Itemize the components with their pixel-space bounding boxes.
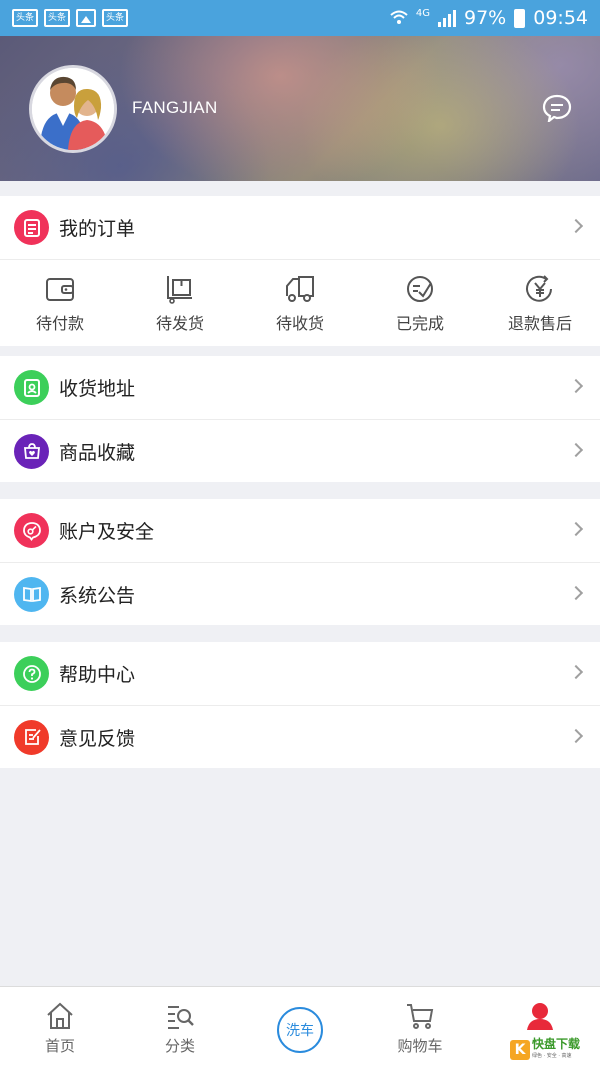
toutiao-notification-icon: 头条	[12, 9, 38, 27]
truck-icon	[286, 276, 314, 302]
watermark-text: 快盘下载 绿色 · 安全 · 高速	[532, 1037, 581, 1059]
security-icon	[14, 513, 49, 548]
network-type: 4G	[415, 7, 430, 19]
address-label: 收货地址	[59, 378, 136, 400]
status-bar: 头条 头条 头条 4G 97% 09:54	[0, 0, 600, 36]
toutiao-notification-icon: 头条	[102, 9, 128, 27]
battery-percent: 97%	[464, 7, 507, 29]
done-icon	[407, 276, 433, 302]
wifi-icon	[390, 10, 408, 24]
package-icon	[167, 276, 192, 304]
status-pending-payment[interactable]: 待付款	[0, 260, 120, 346]
toutiao-notification-icon: 头条	[44, 9, 70, 27]
status-label: 待收货	[275, 314, 324, 333]
notice-row[interactable]: 系统公告	[0, 562, 600, 625]
profile-icon	[527, 1003, 553, 1030]
orders-card: 我的订单 待付款 待发货 待收货 已完成 退款售后	[0, 196, 600, 346]
chevron-right-icon	[568, 521, 584, 537]
watermark-logo: K 快盘下载 绿色 · 安全 · 高速	[510, 1038, 596, 1062]
status-label: 退款售后	[507, 314, 572, 333]
cart-icon	[407, 1004, 434, 1029]
wallet-icon	[46, 278, 74, 301]
feedback-icon	[14, 719, 49, 755]
message-icon[interactable]	[542, 94, 572, 122]
favorites-row[interactable]: 商品收藏	[0, 419, 600, 482]
profile-header: FANGJIAN	[0, 36, 600, 181]
status-pending-receipt[interactable]: 待收货	[240, 260, 360, 346]
status-label: 待付款	[35, 314, 84, 333]
help-icon	[14, 656, 49, 691]
nav-wash[interactable]: 洗车	[240, 987, 360, 1067]
chevron-right-icon	[568, 378, 584, 394]
battery-icon	[514, 8, 526, 28]
my-orders-label: 我的订单	[59, 218, 136, 240]
favorite-icon	[14, 433, 49, 469]
nav-home-label: 首页	[44, 1037, 75, 1055]
my-orders-row[interactable]: 我的订单	[0, 196, 600, 259]
couple-avatar-icon	[32, 68, 114, 150]
menu-group-1: 收货地址 商品收藏	[0, 356, 600, 482]
chevron-right-icon	[568, 664, 584, 680]
account-security-label: 账户及安全	[59, 521, 155, 543]
wash-button[interactable]: 洗车	[277, 1007, 323, 1053]
menu-group-3: 帮助中心 意见反馈	[0, 642, 600, 768]
status-label: 待发货	[155, 314, 204, 333]
nav-category-label: 分类	[164, 1037, 195, 1055]
orders-icon	[14, 210, 49, 245]
address-row[interactable]: 收货地址	[0, 356, 600, 419]
refund-icon	[526, 275, 552, 302]
favorites-label: 商品收藏	[59, 441, 136, 464]
notice-icon	[14, 576, 49, 612]
order-status-bar: 待付款 待发货 待收货 已完成 退款售后	[0, 259, 600, 346]
nav-home[interactable]: 首页	[0, 987, 120, 1067]
account-security-row[interactable]: 账户及安全	[0, 499, 600, 562]
signal-icon	[438, 9, 456, 27]
avatar[interactable]	[29, 65, 117, 153]
chevron-right-icon	[568, 442, 584, 458]
feedback-label: 意见反馈	[59, 727, 136, 750]
status-completed[interactable]: 已完成	[360, 260, 480, 346]
chevron-right-icon	[568, 728, 584, 744]
chevron-right-icon	[568, 218, 584, 234]
help-center-row[interactable]: 帮助中心	[0, 642, 600, 705]
status-refund[interactable]: 退款售后	[480, 260, 600, 346]
nav-cart[interactable]: 购物车	[360, 987, 480, 1067]
notice-label: 系统公告	[59, 584, 136, 607]
help-center-label: 帮助中心	[59, 664, 136, 686]
home-icon	[47, 1002, 73, 1029]
username[interactable]: FANGJIAN	[132, 98, 218, 118]
nav-category[interactable]: 分类	[120, 987, 240, 1067]
chevron-right-icon	[568, 585, 584, 601]
status-label: 已完成	[395, 314, 444, 333]
address-icon	[14, 370, 49, 405]
status-pending-shipment[interactable]: 待发货	[120, 260, 240, 346]
nav-cart-label: 购物车	[397, 1037, 443, 1055]
category-search-icon	[168, 1006, 194, 1029]
watermark-k-icon: K	[510, 1040, 530, 1060]
clock: 09:54	[533, 7, 588, 29]
image-notification-icon	[76, 9, 96, 27]
feedback-row[interactable]: 意见反馈	[0, 705, 600, 768]
menu-group-2: 账户及安全 系统公告	[0, 499, 600, 625]
